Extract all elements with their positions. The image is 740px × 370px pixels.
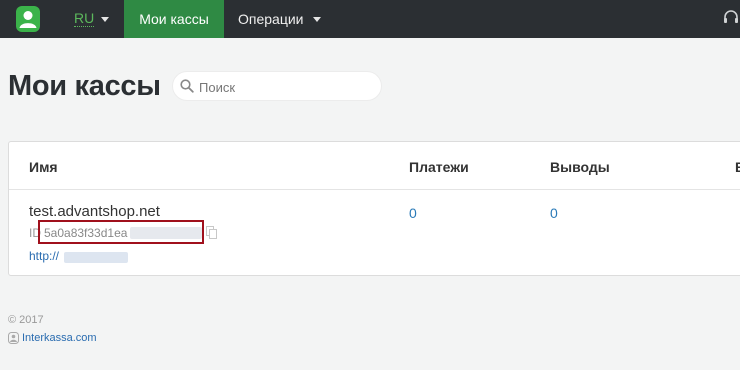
page-title: Мои кассы [8, 70, 161, 102]
table-header: Имя Платежи Выводы В [9, 142, 740, 190]
column-header-name: Имя [29, 159, 58, 175]
column-header-partial: В [735, 159, 740, 175]
support-headset-icon[interactable] [722, 9, 740, 27]
withdrawals-count-link[interactable]: 0 [550, 205, 558, 221]
language-chevron-down-icon[interactable] [101, 17, 109, 22]
payments-count-link[interactable]: 0 [409, 205, 417, 221]
cashbox-table: Имя Платежи Выводы В test.advantshop.net… [8, 141, 740, 276]
language-selector[interactable]: RU [74, 10, 95, 27]
tab-operations-label: Операции [238, 11, 304, 27]
copyright-text: © 2017 [8, 314, 44, 326]
id-highlight-box [38, 220, 204, 244]
column-header-payments: Платежи [409, 159, 469, 175]
column-header-withdrawals: Выводы [550, 159, 610, 175]
tab-operations[interactable]: Операции [238, 0, 304, 38]
top-navbar: RU Мои кассы Операции [0, 0, 740, 38]
operations-chevron-down-icon[interactable] [313, 17, 321, 22]
interkassa-footer-logo-icon [8, 332, 19, 344]
search-input[interactable] [199, 77, 369, 97]
search-box[interactable] [172, 71, 382, 101]
tab-my-cashboxes[interactable]: Мои кассы [124, 0, 224, 38]
search-icon [180, 79, 194, 93]
cashbox-name[interactable]: test.advantshop.net [29, 203, 160, 220]
copy-icon[interactable] [206, 226, 217, 239]
redacted-url-region [64, 252, 128, 263]
interkassa-logo-icon[interactable] [16, 6, 40, 32]
interkassa-footer-link[interactable]: Interkassa.com [22, 332, 97, 344]
cashbox-url-link[interactable]: http:// [29, 249, 59, 263]
